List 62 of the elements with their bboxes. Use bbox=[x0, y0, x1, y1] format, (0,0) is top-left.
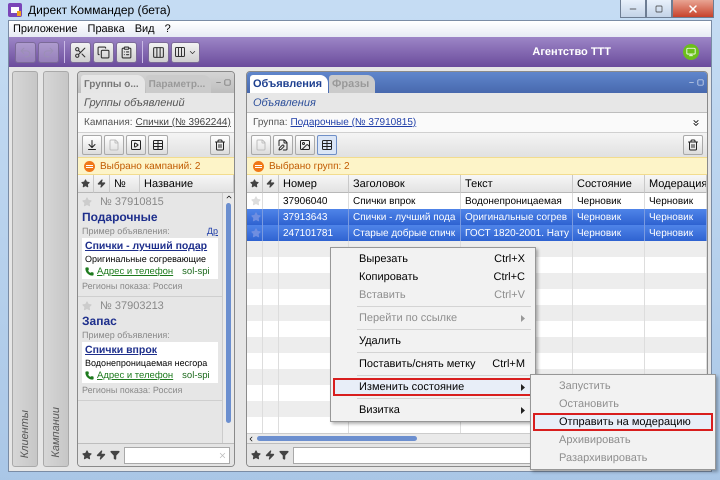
table-cell: 37913643 bbox=[279, 209, 349, 225]
menu-item[interactable]: Приложение bbox=[13, 23, 78, 35]
column-header[interactable]: Название bbox=[140, 175, 234, 193]
group-number: № 37910815 bbox=[100, 196, 164, 208]
ad-text: Водонепроницаемая несгора bbox=[85, 358, 208, 368]
panel-subtitle: Объявления bbox=[247, 93, 707, 113]
group-label: Группа: bbox=[253, 117, 288, 128]
group-number: № 37903213 bbox=[100, 300, 164, 312]
menu-item[interactable]: Правка bbox=[88, 23, 125, 35]
table-cell: Черновик bbox=[645, 225, 707, 241]
example-label: Пример объявления: bbox=[82, 330, 170, 340]
context-menu-item[interactable]: Поставить/снять метку Ctrl+M bbox=[333, 355, 533, 373]
regions-text: Регионы показа: Россия bbox=[82, 281, 184, 291]
context-menu-item[interactable]: Визитка bbox=[333, 401, 533, 419]
menu-item[interactable]: Вид bbox=[134, 23, 155, 35]
table-cell: Оригинальные согрев bbox=[461, 209, 573, 225]
panel-subtitle: Группы объявлений bbox=[78, 93, 234, 113]
example-link[interactable]: Др bbox=[206, 226, 218, 236]
column-header[interactable]: Состояние bbox=[573, 175, 645, 193]
group-link[interactable]: Подарочные (№ 37910815) bbox=[290, 117, 416, 128]
ad-title-link[interactable]: Спички впрок bbox=[85, 344, 215, 356]
column-header[interactable]: Номер bbox=[279, 175, 349, 193]
table-cell: Черновик bbox=[573, 209, 645, 225]
menu-item[interactable]: ? bbox=[164, 23, 171, 35]
submenu-item[interactable]: Отправить на модерацию bbox=[533, 413, 713, 431]
column-header[interactable]: Заголовок bbox=[349, 175, 461, 193]
account-name: Агентство ТТТ bbox=[532, 46, 611, 58]
ad-text: Оригинальные согревающие bbox=[85, 254, 207, 264]
table-cell: Старые добрые спичк bbox=[349, 225, 461, 241]
contact-link[interactable]: Адрес и телефон bbox=[97, 370, 174, 381]
group-card[interactable]: № 37903213 Запас Пример объявления: Спички впрок Водонепроницаемая несгора Адрес и телефон sol-spi Регионы показа: Россия bbox=[78, 297, 222, 401]
ad-domain: sol-spi bbox=[182, 370, 210, 381]
ad-domain: sol-spi bbox=[182, 266, 210, 277]
contact-link[interactable]: Адрес и телефон bbox=[97, 266, 174, 277]
table-cell: 247101781 bbox=[279, 225, 349, 241]
regions-text: Регионы показа: Россия bbox=[82, 385, 184, 395]
context-menu-item[interactable]: Вырезать Ctrl+X bbox=[333, 250, 533, 268]
example-label: Пример объявления: bbox=[82, 226, 170, 236]
ad-title-link[interactable]: Спички - лучший подар bbox=[85, 240, 215, 252]
selection-notice: Выбрано групп: 2 bbox=[269, 160, 350, 172]
group-name: Запас bbox=[82, 314, 118, 328]
selection-notice: Выбрано кампаний: 2 bbox=[100, 160, 200, 172]
column-header[interactable]: Текст bbox=[461, 175, 573, 193]
panel-label: Кампании bbox=[50, 407, 62, 458]
context-menu-item[interactable]: Копировать Ctrl+C bbox=[333, 268, 533, 286]
campaign-label: Кампания: bbox=[84, 117, 133, 128]
column-header[interactable]: № bbox=[110, 175, 140, 193]
group-name: Подарочные bbox=[82, 210, 159, 224]
collapsed-panel[interactable]: Клиенты bbox=[12, 71, 38, 467]
window-title: Директ Коммандер (бета) bbox=[28, 3, 172, 17]
context-menu-item[interactable]: Удалить bbox=[333, 332, 533, 350]
table-cell: ГОСТ 1820-2001. Нату bbox=[461, 225, 573, 241]
table-cell: Спички - лучший пода bbox=[349, 209, 461, 225]
table-cell: Черновик bbox=[573, 225, 645, 241]
panel-tab[interactable]: Объявления bbox=[250, 75, 328, 93]
collapsed-panel[interactable]: Кампании bbox=[43, 71, 69, 467]
panel-label: Клиенты bbox=[19, 410, 31, 458]
campaign-link[interactable]: Спички (№ 3962244) bbox=[136, 117, 231, 128]
panel-tab[interactable]: Группы о... bbox=[81, 75, 145, 93]
group-card[interactable]: № 37910815 Подарочные Пример объявления: Др Спички - лучший подар Оригинальные согревающие Адрес и телефон sol-spi Регионы показа: Россия bbox=[78, 193, 222, 297]
table-cell: Черновик bbox=[645, 209, 707, 225]
context-menu-item[interactable]: Изменить состояние bbox=[333, 378, 533, 396]
